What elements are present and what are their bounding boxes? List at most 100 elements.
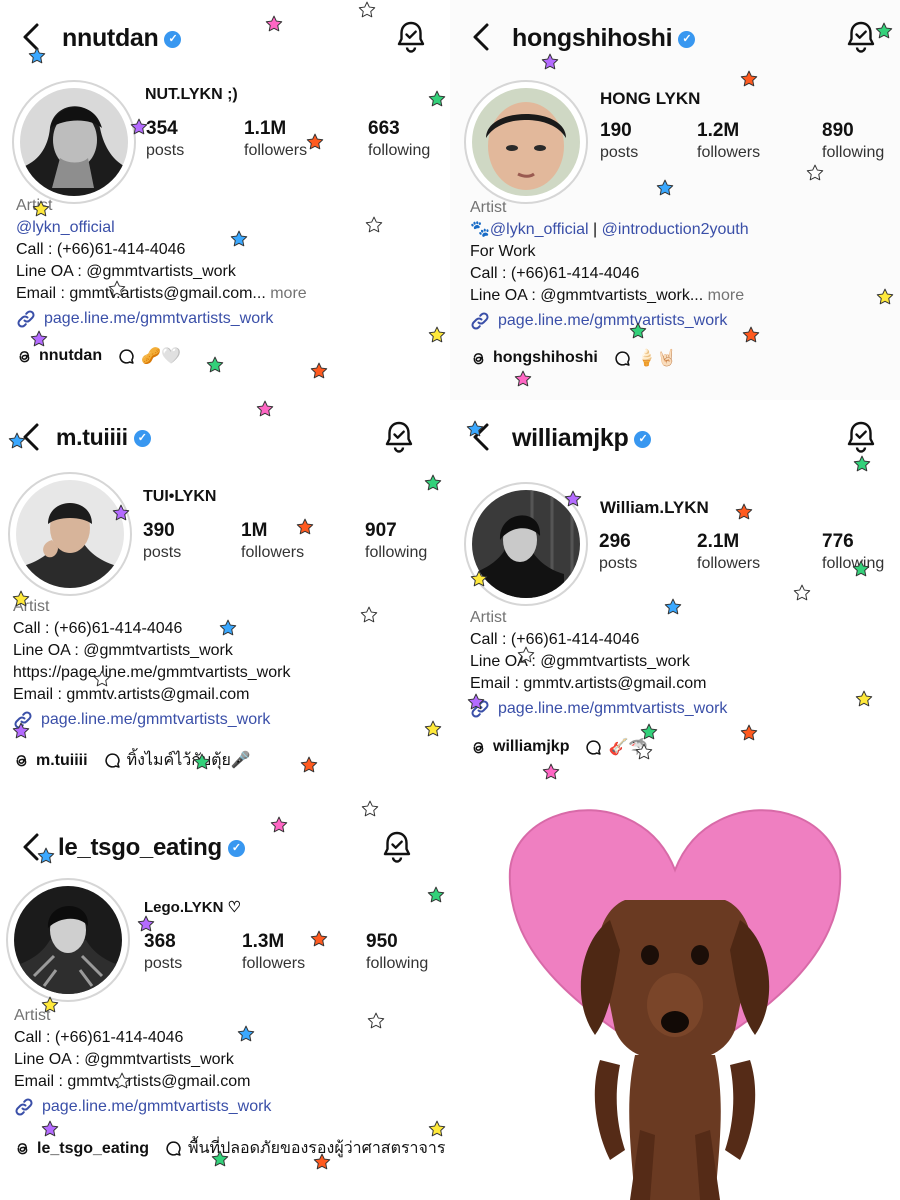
profile-username: nnutdan ✓ bbox=[62, 24, 182, 53]
link-text: page.line.me/gmmtvartists_work bbox=[44, 310, 274, 327]
stat-followers[interactable]: 1.1M followers bbox=[244, 118, 307, 160]
bio-mention[interactable]: @lykn_official bbox=[490, 221, 589, 238]
stat-posts[interactable]: 296 posts bbox=[599, 531, 637, 573]
stat-followers[interactable]: 1.2M followers bbox=[697, 120, 760, 162]
star-icon bbox=[300, 756, 318, 774]
bio-mention[interactable]: @introduction2youth bbox=[602, 221, 749, 238]
speech-bubble-icon bbox=[585, 739, 602, 756]
stat-posts[interactable]: 390 posts bbox=[143, 520, 181, 562]
more-link[interactable]: more bbox=[708, 287, 744, 304]
avatar-ring[interactable] bbox=[12, 80, 136, 204]
threads-note: 🍦🤘🏻 bbox=[636, 350, 677, 367]
star-icon bbox=[137, 915, 155, 933]
bio-category: Artist bbox=[470, 199, 507, 216]
stat-label: following bbox=[365, 544, 428, 561]
star-icon bbox=[211, 1150, 229, 1168]
threads-badge[interactable]: le_tsgo_eating พื้นที่ปลอดภัยของรองผู้ว่… bbox=[14, 1136, 446, 1161]
threads-badge[interactable]: williamjkp 🎸🦈 bbox=[470, 737, 648, 757]
stat-label: posts bbox=[599, 555, 638, 572]
bell-check-icon[interactable] bbox=[384, 420, 414, 454]
display-name: TUI•LYKN bbox=[143, 488, 217, 505]
star-icon bbox=[740, 724, 758, 742]
profile-username: le_tsgo_eating ✓ bbox=[58, 834, 245, 862]
profile-panel-hongshihoshi: hongshihoshi ✓ HONG LYKN 190 posts 1.2M fol… bbox=[450, 0, 900, 400]
star-icon bbox=[855, 690, 873, 708]
star-icon bbox=[112, 504, 130, 522]
bio-line: Email : gmmtv.artists@gmail.com... more bbox=[16, 283, 441, 305]
stat-label: followers bbox=[242, 955, 306, 972]
separator: | bbox=[593, 221, 598, 238]
star-icon bbox=[41, 996, 59, 1014]
star-icon bbox=[108, 280, 126, 298]
threads-note: ทิ้งไมค์ไว้กับตุ้ย🎤 bbox=[126, 752, 251, 769]
link-icon bbox=[16, 309, 36, 329]
star-icon bbox=[219, 619, 237, 637]
stat-following[interactable]: 890 following bbox=[822, 120, 884, 162]
star-icon bbox=[517, 646, 535, 664]
threads-icon bbox=[13, 752, 30, 769]
chevron-left-icon[interactable] bbox=[468, 22, 494, 52]
verified-badge-icon: ✓ bbox=[227, 840, 245, 857]
bell-check-icon[interactable] bbox=[846, 20, 876, 54]
stat-value: 907 bbox=[365, 520, 397, 541]
dachshund-heart-image bbox=[450, 800, 900, 1200]
bell-check-icon[interactable] bbox=[396, 20, 426, 54]
bio-line: Email : gmmtv.artists@gmail.com bbox=[13, 686, 250, 703]
external-link[interactable]: page.line.me/gmmtvartists_work bbox=[470, 698, 895, 720]
verified-badge-icon: ✓ bbox=[634, 431, 652, 448]
stat-posts[interactable]: 190 posts bbox=[600, 120, 638, 162]
avatar-ring[interactable] bbox=[464, 80, 588, 204]
stat-posts[interactable]: 354 posts bbox=[146, 118, 184, 160]
stat-label: posts bbox=[146, 142, 185, 159]
bio-text: Email : gmmtv.artists@gmail.com... bbox=[16, 285, 266, 302]
external-link[interactable]: page.line.me/gmmtvartists_work bbox=[470, 310, 895, 332]
external-link[interactable]: page.line.me/gmmtvartists_work bbox=[13, 709, 438, 731]
link-icon bbox=[14, 1097, 34, 1117]
link-icon bbox=[470, 311, 490, 331]
avatar bbox=[14, 886, 122, 994]
more-link[interactable]: more bbox=[270, 285, 306, 302]
stat-label: followers bbox=[241, 544, 305, 561]
speech-bubble-icon bbox=[614, 350, 631, 367]
stat-value: 776 bbox=[822, 531, 854, 552]
stat-following[interactable]: 663 following bbox=[368, 118, 430, 160]
star-icon bbox=[541, 53, 559, 71]
external-link[interactable]: page.line.me/gmmtvartists_work bbox=[16, 308, 441, 330]
star-icon bbox=[310, 362, 328, 380]
star-icon bbox=[635, 743, 653, 761]
avatar-ring[interactable] bbox=[6, 878, 130, 1002]
threads-badge[interactable]: m.tuiiii ทิ้งไมค์ไว้กับตุ้ย🎤 bbox=[13, 748, 251, 773]
paw-emoji: 🐾 bbox=[470, 221, 490, 238]
avatar bbox=[20, 88, 128, 196]
stat-following[interactable]: 950 following bbox=[366, 931, 428, 973]
threads-icon bbox=[470, 350, 487, 367]
star-icon bbox=[265, 15, 283, 33]
username-text: williamjkp bbox=[512, 424, 629, 452]
profile-username: williamjkp ✓ bbox=[512, 424, 652, 453]
bell-check-icon[interactable] bbox=[382, 830, 412, 864]
star-icon bbox=[12, 590, 30, 608]
profile-panel-le-tsgo-eating: le_tsgo_eating ✓ Lego.LYKN ♡ 368 posts 1.3… bbox=[0, 800, 450, 1200]
username-text: hongshihoshi bbox=[512, 24, 673, 52]
avatar-ring[interactable] bbox=[8, 472, 132, 596]
verified-badge-icon: ✓ bbox=[164, 31, 182, 48]
bio-line: https://page.line.me/gmmtvartists_work bbox=[13, 664, 291, 681]
star-icon bbox=[113, 1072, 131, 1090]
stat-followers[interactable]: 1.3M followers bbox=[242, 931, 305, 973]
stat-posts[interactable]: 368 posts bbox=[144, 931, 182, 973]
stat-followers[interactable]: 1M followers bbox=[241, 520, 304, 562]
threads-badge[interactable]: hongshihoshi 🍦🤘🏻 bbox=[470, 348, 677, 368]
star-icon bbox=[428, 326, 446, 344]
stat-followers[interactable]: 2.1M followers bbox=[697, 531, 760, 573]
external-link[interactable]: page.line.me/gmmtvartists_work bbox=[14, 1096, 439, 1118]
display-name: William.LYKN bbox=[600, 498, 709, 517]
threads-handle: williamjkp bbox=[493, 738, 570, 755]
bell-check-icon[interactable] bbox=[846, 420, 876, 454]
stat-following[interactable]: 907 following bbox=[365, 520, 427, 562]
threads-badge[interactable]: nnutdan 🥜🤍 bbox=[16, 346, 181, 366]
profile-panel-m-tuiiii: m.tuiiii ✓ TUI•LYKN 390 posts 1M followers … bbox=[0, 400, 450, 800]
star-icon bbox=[32, 200, 50, 218]
threads-handle: m.tuiiii bbox=[36, 751, 88, 769]
stat-label: followers bbox=[697, 555, 761, 572]
star-icon bbox=[130, 118, 148, 136]
